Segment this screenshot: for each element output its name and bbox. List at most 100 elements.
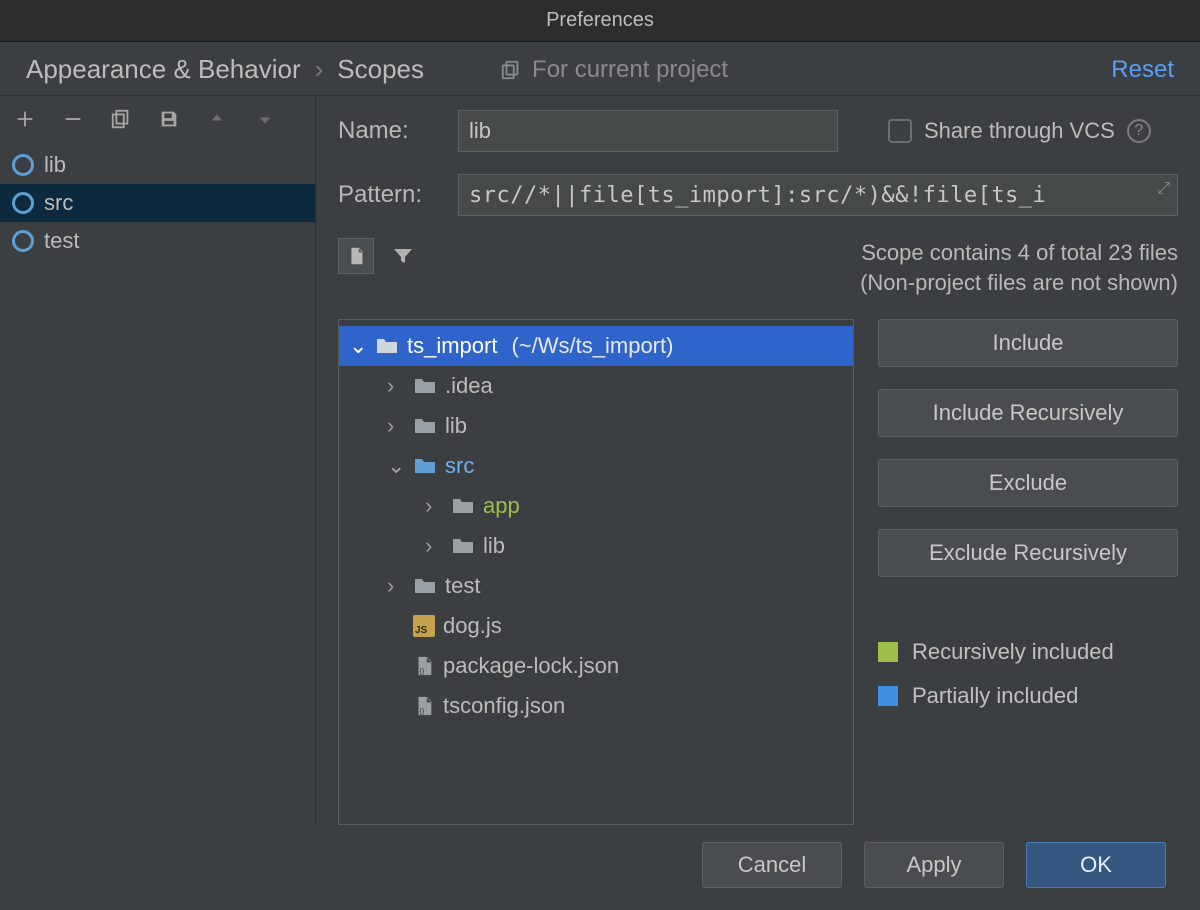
for-current-project: For current project	[498, 56, 728, 84]
name-row: Name: Share through VCS ?	[338, 110, 1178, 152]
folder-icon	[451, 496, 475, 516]
filter-icon[interactable]	[390, 243, 416, 269]
include-button[interactable]: Include	[878, 319, 1178, 367]
legend-recursive-label: Recursively included	[912, 639, 1114, 665]
folder-icon	[413, 376, 437, 396]
tree-node-label: app	[483, 493, 520, 519]
expand-icon[interactable]: ⤢	[1157, 180, 1170, 198]
file-tree[interactable]: ⌄ ts_import (~/Ws/ts_import) › .idea › l…	[338, 319, 854, 825]
chevron-down-icon: ⌄	[387, 453, 405, 479]
folder-icon	[375, 336, 399, 356]
breadcrumb-row: Appearance & Behavior › Scopes For curre…	[0, 42, 1200, 95]
apply-button[interactable]: Apply	[864, 842, 1004, 888]
window-titlebar: Preferences	[0, 0, 1200, 42]
tree-root-path: (~/Ws/ts_import)	[511, 333, 673, 359]
folder-icon	[413, 576, 437, 596]
tree-node-label: test	[445, 573, 480, 599]
folder-icon	[451, 536, 475, 556]
tree-file-package-lock[interactable]: {} package-lock.json	[339, 646, 853, 686]
exclude-button[interactable]: Exclude	[878, 459, 1178, 507]
help-icon[interactable]: ?	[1127, 119, 1151, 143]
tree-file-label: tsconfig.json	[443, 693, 565, 719]
chevron-right-icon: ›	[387, 373, 405, 399]
pattern-row: Pattern: ⤢	[338, 174, 1178, 216]
add-icon[interactable]	[12, 106, 38, 132]
scope-item-label: test	[44, 228, 79, 254]
js-file-icon: JS	[413, 615, 435, 637]
move-up-icon[interactable]	[204, 106, 230, 132]
move-down-icon[interactable]	[252, 106, 278, 132]
chevron-right-icon: ›	[387, 413, 405, 439]
tree-node-test[interactable]: › test	[339, 566, 853, 606]
scope-stats-line2: (Non-project files are not shown)	[860, 268, 1178, 298]
svg-text:{}: {}	[419, 707, 424, 716]
tree-root[interactable]: ⌄ ts_import (~/Ws/ts_import)	[339, 326, 853, 366]
scope-editor-pane: Name: Share through VCS ? Pattern: ⤢	[316, 96, 1200, 825]
json-file-icon: {}	[413, 695, 435, 717]
for-current-project-label: For current project	[532, 56, 728, 84]
tree-root-label: ts_import	[407, 333, 497, 359]
tree-node-src-lib[interactable]: › lib	[339, 526, 853, 566]
cancel-button[interactable]: Cancel	[702, 842, 842, 888]
tree-node-app[interactable]: › app	[339, 486, 853, 526]
legend-partial-label: Partially included	[912, 683, 1078, 709]
show-files-toggle[interactable]	[338, 238, 374, 274]
save-icon[interactable]	[156, 106, 182, 132]
svg-text:{}: {}	[419, 667, 424, 676]
tree-node-label: .idea	[445, 373, 493, 399]
chevron-down-icon: ⌄	[349, 333, 367, 359]
pattern-label: Pattern:	[338, 181, 438, 209]
tree-node-idea[interactable]: › .idea	[339, 366, 853, 406]
scope-radio-icon	[12, 192, 34, 214]
window-title: Preferences	[546, 9, 654, 32]
chevron-right-icon: ›	[425, 493, 443, 519]
breadcrumb-scopes[interactable]: Scopes	[337, 54, 424, 85]
tree-toolbar-row: Scope contains 4 of total 23 files (Non-…	[338, 238, 1178, 297]
scope-item-label: lib	[44, 152, 66, 178]
dialog-button-bar: Cancel Apply OK	[0, 825, 1200, 905]
tree-node-lib[interactable]: › lib	[339, 406, 853, 446]
copy-scope-icon[interactable]	[108, 106, 134, 132]
legend: Recursively included Partially included	[878, 639, 1178, 709]
chevron-right-icon: ›	[425, 533, 443, 559]
tree-file-label: dog.js	[443, 613, 502, 639]
scope-list: lib src test	[0, 144, 315, 260]
tree-file-label: package-lock.json	[443, 653, 619, 679]
scope-name-input[interactable]	[458, 110, 838, 152]
tree-node-src[interactable]: ⌄ src	[339, 446, 853, 486]
pattern-input[interactable]	[458, 174, 1178, 216]
name-label: Name:	[338, 117, 438, 145]
scope-stats: Scope contains 4 of total 23 files (Non-…	[860, 238, 1178, 297]
ok-button[interactable]: OK	[1026, 842, 1166, 888]
breadcrumb-appearance[interactable]: Appearance & Behavior	[26, 54, 301, 85]
legend-swatch-recursive	[878, 642, 898, 662]
scope-action-buttons: Include Include Recursively Exclude Excl…	[878, 319, 1178, 825]
folder-icon	[413, 456, 437, 476]
scope-radio-icon	[12, 154, 34, 176]
tree-file-tsconfig[interactable]: {} tsconfig.json	[339, 686, 853, 726]
tree-file-dog-js[interactable]: JS dog.js	[339, 606, 853, 646]
scope-item-lib[interactable]: lib	[0, 146, 315, 184]
scope-item-test[interactable]: test	[0, 222, 315, 260]
include-recursively-button[interactable]: Include Recursively	[878, 389, 1178, 437]
scope-stats-line1: Scope contains 4 of total 23 files	[860, 238, 1178, 268]
tree-node-label: lib	[483, 533, 505, 559]
scope-radio-icon	[12, 230, 34, 252]
scope-item-label: src	[44, 190, 73, 216]
share-vcs-label: Share through VCS	[924, 118, 1115, 144]
chevron-right-icon: ›	[387, 573, 405, 599]
scope-item-src[interactable]: src	[0, 184, 315, 222]
tree-node-label: src	[445, 453, 474, 479]
chevron-right-icon: ›	[315, 54, 324, 85]
tree-node-label: lib	[445, 413, 467, 439]
reset-link[interactable]: Reset	[1111, 56, 1174, 84]
legend-swatch-partial	[878, 686, 898, 706]
copy-icon	[498, 57, 524, 83]
scopes-left-pane: lib src test	[0, 96, 316, 825]
json-file-icon: {}	[413, 655, 435, 677]
scopes-toolbar	[0, 96, 315, 144]
share-vcs-checkbox[interactable]	[888, 119, 912, 143]
folder-icon	[413, 416, 437, 436]
exclude-recursively-button[interactable]: Exclude Recursively	[878, 529, 1178, 577]
remove-icon[interactable]	[60, 106, 86, 132]
